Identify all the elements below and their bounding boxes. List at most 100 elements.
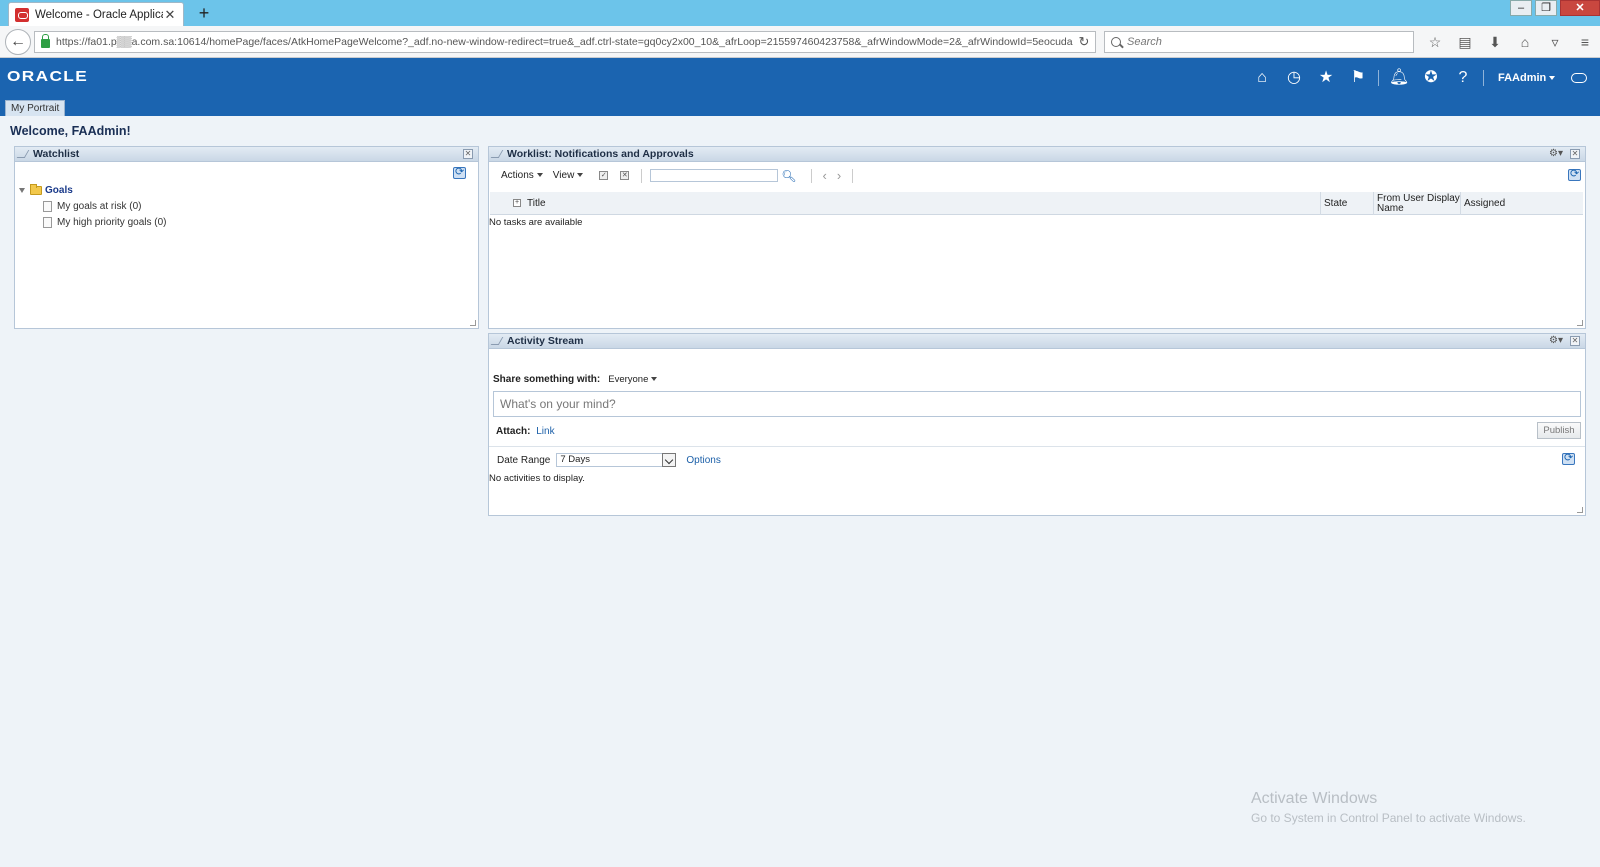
search-placeholder: Search — [1127, 36, 1162, 48]
close-icon[interactable]: ✕ — [463, 149, 473, 159]
tree-item-high-priority-goals[interactable]: My high priority goals (0) — [43, 217, 166, 228]
chevron-down-icon[interactable] — [662, 453, 677, 467]
activity-stream-title: Activity Stream — [507, 335, 584, 347]
next-icon[interactable]: › — [837, 168, 841, 183]
sign-out-icon[interactable] — [1571, 73, 1588, 83]
user-name: FAAdmin — [1498, 72, 1547, 84]
resize-handle[interactable] — [470, 320, 476, 326]
chevron-down-icon — [1549, 76, 1556, 81]
oracle-header: ORACLE ⌂ ◷ ★ ⚑ 🔔︎ ✪ ? FAAdmin My Portrai… — [0, 58, 1600, 116]
lock-icon — [41, 34, 50, 48]
tree-item-label: My high priority goals (0) — [57, 217, 167, 228]
tree-node-label: Goals — [45, 185, 73, 196]
header-icons: ⌂ ◷ ★ ⚑ 🔔︎ ✪ ? FAAdmin — [1246, 68, 1588, 88]
minimize-button[interactable]: – — [1510, 0, 1532, 16]
publish-button[interactable]: Publish — [1537, 422, 1581, 439]
gear-icon[interactable]: ⚙▾ — [1549, 148, 1563, 159]
activity-stream-panel: Activity Stream ⚙▾ ✕ Share something wit… — [488, 333, 1586, 516]
back-button[interactable]: ← — [5, 29, 31, 55]
bell-icon[interactable]: 🔔︎ — [1383, 68, 1415, 88]
previous-icon[interactable]: ‹ — [823, 168, 827, 183]
date-range-select[interactable]: 7 Days — [556, 453, 677, 467]
download-icon[interactable]: ⬇ — [1480, 31, 1510, 53]
oracle-logo[interactable]: ORACLE — [7, 68, 88, 85]
share-audience-value: Everyone — [608, 374, 649, 385]
share-audience-dropdown[interactable]: Everyone — [608, 374, 658, 385]
approve-icon[interactable]: ✓ — [599, 171, 609, 180]
close-tab-icon[interactable]: ✕ — [163, 7, 177, 23]
toolbar-separator — [641, 168, 643, 183]
menu-icon[interactable]: ≡ — [1570, 31, 1600, 53]
page-title: Welcome, FAAdmin! — [10, 124, 131, 138]
browser-tab[interactable]: Welcome - Oracle Applica... ✕ — [8, 2, 184, 26]
view-label: View — [552, 170, 575, 181]
column-assigned[interactable]: Assigned — [1460, 192, 1583, 215]
browser-tab-strip: Welcome - Oracle Applica... ✕ + – ❐ ✕ — [0, 0, 1600, 26]
attach-link[interactable]: Link — [536, 426, 554, 437]
watchlist-header: Watchlist ✕ — [15, 147, 478, 162]
oracle-favicon-icon — [15, 7, 29, 22]
date-range-row: Date Range 7 Days Options — [497, 453, 721, 467]
watchlist-title: Watchlist — [33, 148, 80, 160]
toolbar-separator — [852, 168, 854, 183]
reload-icon[interactable]: ↻ — [1073, 34, 1095, 50]
home-icon[interactable]: ⌂ — [1510, 31, 1540, 53]
divider — [489, 446, 1585, 447]
column-title[interactable]: Title — [524, 192, 1320, 215]
search-icon[interactable]: 🔍︎ — [781, 169, 796, 183]
header-separator — [1378, 70, 1379, 86]
gear-icon[interactable]: ⚙▾ — [1549, 335, 1563, 346]
view-menu[interactable]: View — [553, 170, 584, 181]
restore-button[interactable]: ❐ — [1535, 0, 1557, 16]
user-menu[interactable]: FAAdmin — [1498, 72, 1556, 84]
recent-icon[interactable]: ◷ — [1278, 68, 1310, 88]
address-bar[interactable]: https://fa01.p▒▒a.com.sa:10614/homePage/… — [34, 31, 1096, 53]
document-icon — [43, 217, 52, 228]
window-controls: – ❐ ✕ — [1507, 0, 1600, 16]
flag-icon[interactable]: ⚑ — [1342, 68, 1374, 88]
refresh-icon[interactable] — [1568, 167, 1581, 181]
drag-handle-icon[interactable] — [490, 150, 504, 158]
tab-my-portrait[interactable]: My Portrait — [5, 100, 66, 116]
tree-item-goals-at-risk[interactable]: My goals at risk (0) — [43, 201, 166, 212]
close-window-button[interactable]: ✕ — [1560, 0, 1600, 16]
favorites-icon[interactable]: ★ — [1310, 68, 1342, 88]
star-icon[interactable]: ☆ — [1420, 31, 1450, 53]
help-icon[interactable]: ? — [1447, 68, 1479, 88]
accessibility-icon[interactable]: ✪ — [1415, 68, 1447, 88]
expand-icon[interactable] — [19, 188, 25, 193]
options-link[interactable]: Options — [686, 455, 720, 466]
chevron-down-icon — [536, 173, 543, 178]
drag-handle-icon[interactable] — [16, 150, 30, 158]
worklist-search-input[interactable] — [650, 169, 779, 182]
watermark-subtitle: Go to System in Control Panel to activat… — [1251, 811, 1526, 825]
worklist-panel: Worklist: Notifications and Approvals ⚙▾… — [488, 146, 1586, 329]
url-text[interactable]: https://fa01.p▒▒a.com.sa:10614/homePage/… — [56, 36, 1073, 48]
close-icon[interactable]: ✕ — [1570, 336, 1580, 346]
share-row: Share something with: Everyone — [493, 374, 658, 385]
select-all-icon[interactable]: + — [513, 199, 521, 207]
browser-search-input[interactable]: Search — [1104, 31, 1414, 53]
resize-handle[interactable] — [1577, 507, 1583, 513]
activation-watermark: Activate Windows Go to System in Control… — [1251, 790, 1526, 825]
document-icon — [43, 201, 52, 212]
resize-handle[interactable] — [1577, 320, 1583, 326]
drag-handle-icon[interactable] — [490, 337, 504, 345]
refresh-icon[interactable] — [1562, 451, 1575, 465]
column-from-user[interactable]: From User Display Name — [1373, 192, 1460, 215]
status-input[interactable]: What's on your mind? — [493, 391, 1581, 417]
new-tab-button[interactable]: + — [194, 3, 214, 23]
close-icon[interactable]: ✕ — [1570, 149, 1580, 159]
reject-icon[interactable]: ✕ — [620, 171, 630, 180]
refresh-icon[interactable] — [453, 165, 466, 179]
tree-node-goals[interactable]: Goals — [19, 184, 166, 196]
column-state[interactable]: State — [1320, 192, 1373, 215]
tree-item-label: My goals at risk (0) — [57, 201, 142, 212]
share-label: Share something with: — [493, 374, 601, 385]
worklist-toolbar: Actions View ✓ ✕ 🔍︎ ‹ › — [501, 168, 859, 183]
home-icon[interactable]: ⌂ — [1246, 68, 1278, 88]
pocket-icon[interactable]: ▿ — [1540, 31, 1570, 53]
browser-toolbar-icons: ☆ ▤ ⬇ ⌂ ▿ ≡ — [1420, 31, 1600, 53]
clipboard-icon[interactable]: ▤ — [1450, 31, 1480, 53]
actions-menu[interactable]: Actions — [501, 170, 543, 181]
